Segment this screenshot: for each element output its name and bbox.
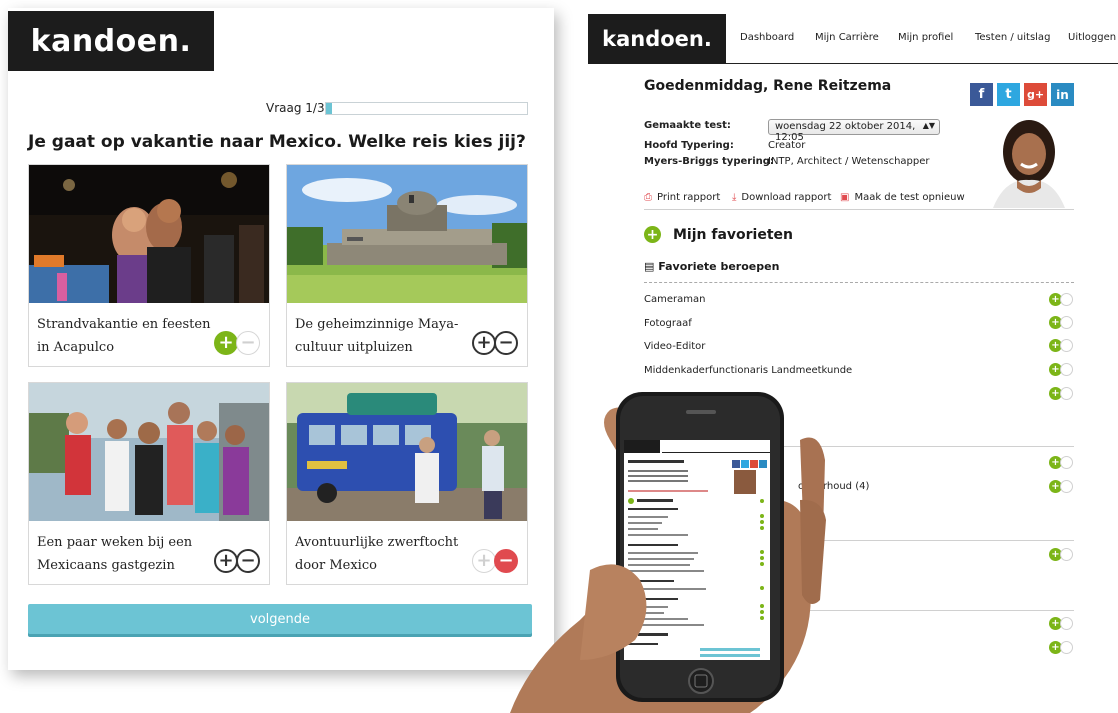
thumbs-up-plus-icon[interactable]: + bbox=[214, 331, 238, 355]
typing-value: Creator bbox=[768, 140, 806, 151]
minus-icon bbox=[1060, 339, 1073, 352]
photo-beach-party bbox=[29, 165, 269, 303]
job-toggle[interactable]: + bbox=[1049, 480, 1075, 493]
answer-caption: Strandvakantie en feesten in Acapulco bbox=[37, 317, 211, 355]
facebook-icon[interactable]: f bbox=[970, 83, 993, 106]
minus-icon bbox=[1060, 548, 1073, 561]
greeting-title: Goedenmiddag, Rene Reitzema bbox=[644, 78, 892, 94]
minus-icon bbox=[1060, 617, 1073, 630]
minus-icon bbox=[1060, 387, 1073, 400]
test-label: Gemaakte test: bbox=[644, 120, 731, 131]
add-circle-icon: + bbox=[644, 226, 661, 243]
minus-icon bbox=[1060, 480, 1073, 493]
job-toggle[interactable]: + bbox=[1049, 617, 1075, 630]
briefcase-icon: ▤ bbox=[644, 260, 655, 273]
job-toggle[interactable]: + bbox=[1049, 548, 1075, 561]
answer-card-beach[interactable]: Strandvakantie en feesten in Acapulco + … bbox=[28, 164, 270, 367]
nav-mijn-carriere[interactable]: Mijn Carrière bbox=[815, 32, 879, 43]
minus-icon bbox=[1060, 641, 1073, 654]
favorite-job-item[interactable]: Fotograaf bbox=[644, 318, 692, 329]
minus-icon bbox=[1060, 363, 1073, 376]
minus-icon bbox=[1060, 456, 1073, 469]
myers-briggs-label: Myers-Briggs typering: bbox=[644, 156, 774, 167]
job-toggle[interactable]: + bbox=[1049, 387, 1075, 400]
progress-label: Vraag 1/32 bbox=[266, 101, 333, 115]
nav-testen-uitslag[interactable]: Testen / uitslag bbox=[975, 32, 1050, 43]
progress-bar bbox=[325, 102, 528, 115]
typing-label: Hoofd Typering: bbox=[644, 140, 734, 151]
progress-bar-fill bbox=[326, 103, 333, 114]
nav-mijn-profiel[interactable]: Mijn profiel bbox=[898, 32, 953, 43]
hand-holding-phone bbox=[470, 380, 850, 713]
retake-test-link[interactable]: ▣ Maak de test opnieuw bbox=[840, 192, 965, 203]
job-toggle[interactable]: + bbox=[1049, 363, 1075, 376]
calendar-icon: ▣ bbox=[840, 192, 850, 203]
select-arrows-icon: ▲▼ bbox=[922, 121, 935, 130]
myers-briggs-row: Myers-Briggs typering:INTP, Architect / … bbox=[644, 156, 930, 167]
job-toggle[interactable]: + bbox=[1049, 641, 1075, 654]
answer-caption: Avontuurlijke zwerftocht door Mexico bbox=[295, 535, 459, 573]
favorites-heading: + Mijn favorieten bbox=[644, 226, 793, 243]
job-toggle[interactable]: + bbox=[1049, 316, 1075, 329]
minus-icon bbox=[1060, 316, 1073, 329]
answer-caption: De geheimzinnige Maya-cultuur uitpluizen bbox=[295, 317, 459, 355]
kandoen-logo[interactable]: kandoen. bbox=[8, 11, 214, 71]
profile-avatar bbox=[985, 118, 1071, 208]
answer-card-maya[interactable]: De geheimzinnige Maya-cultuur uitpluizen… bbox=[286, 164, 528, 367]
dashed-divider bbox=[644, 282, 1074, 283]
linkedin-icon[interactable]: in bbox=[1051, 83, 1074, 106]
download-report-link[interactable]: ⤓ Download rapport bbox=[732, 192, 831, 203]
thumbs-down-minus-icon[interactable]: − bbox=[236, 549, 260, 573]
main-nav: Dashboard Mijn Carrière Mijn profiel Tes… bbox=[726, 14, 1118, 64]
google-plus-icon[interactable]: g+ bbox=[1024, 83, 1047, 106]
job-toggle[interactable]: + bbox=[1049, 293, 1075, 306]
favorite-jobs-heading: ▤ Favoriete beroepen bbox=[644, 260, 780, 273]
favorite-job-item[interactable]: Cameraman bbox=[644, 294, 705, 305]
test-date-select[interactable]: woensdag 22 oktober 2014, 12:05 ▲▼ bbox=[768, 119, 940, 143]
test-row: Gemaakte test: bbox=[644, 120, 768, 131]
answer-caption: Een paar weken bij een Mexicaans gastgez… bbox=[37, 535, 193, 573]
job-toggle[interactable]: + bbox=[1049, 456, 1075, 469]
answer-card-host-family[interactable]: Een paar weken bij een Mexicaans gastgez… bbox=[28, 382, 270, 585]
typing-row: Hoofd Typering: Creator bbox=[644, 140, 805, 151]
divider bbox=[644, 209, 1074, 210]
composite-screenshot: kandoen. Vraag 1/32 Je gaat op vakantie … bbox=[0, 0, 1118, 713]
nav-dashboard[interactable]: Dashboard bbox=[740, 32, 794, 43]
answer-toggle: + − bbox=[214, 331, 262, 355]
job-toggle[interactable]: + bbox=[1049, 339, 1075, 352]
download-icon: ⤓ bbox=[732, 192, 737, 203]
thumbs-down-minus-icon[interactable]: − bbox=[236, 331, 260, 355]
photo-host-family bbox=[29, 383, 269, 521]
printer-icon: ⎙ bbox=[644, 192, 652, 203]
thumbs-up-plus-icon[interactable]: + bbox=[472, 331, 496, 355]
thumbs-down-minus-icon[interactable]: − bbox=[494, 331, 518, 355]
print-report-link[interactable]: ⎙ Print rapport bbox=[644, 192, 720, 203]
question-text: Je gaat op vakantie naar Mexico. Welke r… bbox=[28, 132, 526, 152]
thumbs-up-plus-icon[interactable]: + bbox=[214, 549, 238, 573]
next-button[interactable]: volgende bbox=[28, 604, 532, 634]
minus-icon bbox=[1060, 293, 1073, 306]
twitter-icon[interactable]: t bbox=[997, 83, 1020, 106]
answer-toggle: + − bbox=[472, 331, 520, 355]
favorite-job-item[interactable]: Middenkaderfunctionaris Landmeetkunde bbox=[644, 365, 852, 376]
myers-briggs-value: INTP, Architect / Wetenschapper bbox=[768, 156, 930, 167]
answer-toggle: + − bbox=[214, 549, 262, 573]
nav-uitloggen[interactable]: Uitloggen bbox=[1068, 32, 1116, 43]
photo-maya-ruins bbox=[287, 165, 527, 303]
favorite-job-item[interactable]: Video-Editor bbox=[644, 341, 705, 352]
kandoen-logo[interactable]: kandoen. bbox=[588, 14, 726, 64]
